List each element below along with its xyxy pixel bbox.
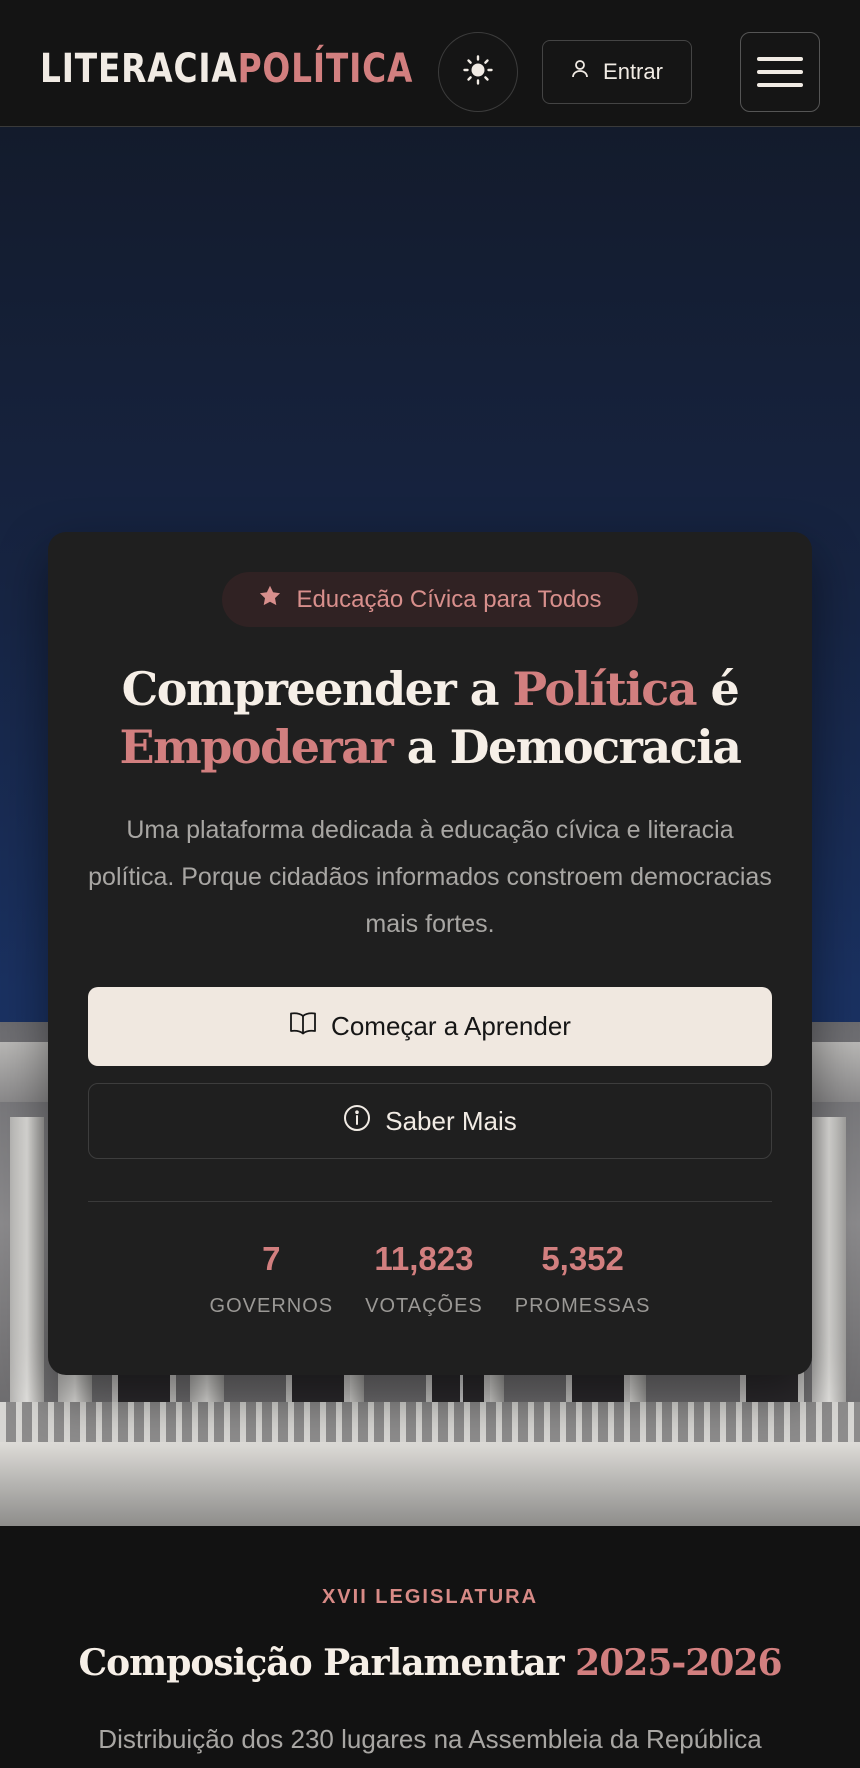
learn-more-label: Saber Mais <box>385 1105 517 1136</box>
stats-row: 7 GOVERNOS 11,823 VOTAÇÕES 5,352 PROMESS… <box>48 1239 812 1318</box>
hero-description: Uma plataforma dedicada à educação cívic… <box>88 816 772 938</box>
stat-value: 5,352 <box>541 1240 624 1277</box>
start-learning-label: Começar a Aprender <box>331 1011 571 1041</box>
section-eyebrow: XVII LEGISLATURA <box>321 1586 539 1608</box>
title-text: é <box>696 662 740 716</box>
hero-title: Compreender a Política é Empoderar a Demo… <box>78 660 782 776</box>
sun-icon <box>463 55 493 89</box>
site-header: LITERACIAPOLÍTICA Entrar <box>0 0 860 127</box>
section-title-accent: 2025-2026 <box>575 1642 782 1684</box>
logo-text-primary: LITERACIA <box>40 46 238 92</box>
hero-card: Educação Cívica para Todos Compreender a… <box>48 532 812 1375</box>
login-button[interactable]: Entrar <box>542 40 692 104</box>
title-accent: Política <box>512 662 698 716</box>
learn-more-button[interactable]: Saber Mais <box>88 1083 772 1159</box>
site-logo[interactable]: LITERACIAPOLÍTICA <box>40 44 413 94</box>
stat-value: 11,823 <box>374 1240 474 1277</box>
stat-votes: 11,823 VOTAÇÕES <box>365 1239 483 1318</box>
stat-label: VOTAÇÕES <box>365 1295 483 1317</box>
hamburger-menu-icon-bar <box>757 70 803 74</box>
hero-badge: Educação Cívica para Todos <box>222 572 638 627</box>
section-title-text: Composição Parlamentar <box>78 1642 576 1684</box>
title-text: Compreender a <box>121 662 513 716</box>
login-label: Entrar <box>603 59 663 84</box>
star-icon <box>258 584 282 615</box>
theme-toggle-button[interactable] <box>438 32 518 112</box>
logo-text-accent: POLÍTICA <box>237 46 414 92</box>
divider <box>88 1201 772 1202</box>
hero-badge-label: Educação Cívica para Todos <box>296 585 602 613</box>
book-open-icon <box>289 1011 317 1042</box>
hero-section: Educação Cívica para Todos Compreender a… <box>0 127 860 1526</box>
stat-governments: 7 GOVERNOS <box>210 1239 334 1318</box>
hamburger-menu-icon <box>757 57 803 61</box>
title-accent: Empoderar <box>119 720 394 774</box>
stat-label: GOVERNOS <box>209 1295 334 1317</box>
stat-value: 7 <box>262 1240 281 1277</box>
title-text: a Democracia <box>392 720 742 774</box>
section-description: Distribuição dos 230 lugares na Assemble… <box>98 1724 762 1754</box>
hamburger-menu-icon-bar <box>757 83 803 87</box>
parliament-composition-section: XVII LEGISLATURA Composição Parlamentar … <box>0 1526 860 1768</box>
stat-label: PROMESSAS <box>514 1295 651 1317</box>
info-icon <box>343 1104 371 1139</box>
stat-promises: 5,352 PROMESSAS <box>515 1239 651 1318</box>
section-title: Composição Parlamentar 2025-2026 <box>0 1638 860 1688</box>
start-learning-button[interactable]: Começar a Aprender <box>88 987 772 1066</box>
user-icon <box>571 59 589 85</box>
menu-button[interactable] <box>740 32 820 112</box>
